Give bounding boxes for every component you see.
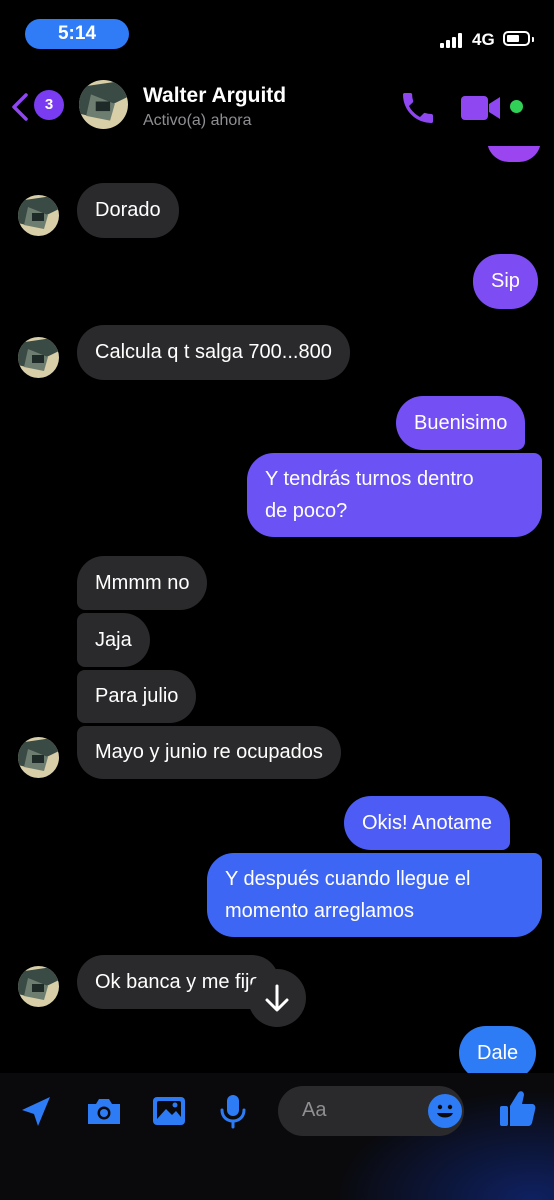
message-input[interactable]: Aa (278, 1086, 464, 1136)
signal-icon (440, 33, 465, 48)
contact-avatar[interactable] (18, 337, 59, 378)
video-camera-icon (461, 96, 500, 120)
voice-message-button[interactable] (213, 1091, 253, 1131)
message-line: de poco? (265, 500, 348, 522)
thumbs-up-icon (500, 1091, 536, 1126)
back-chevron-icon (12, 93, 28, 121)
contact-avatar[interactable] (18, 966, 59, 1007)
contact-avatar[interactable] (18, 195, 59, 236)
composer-bar: Aa (0, 1073, 554, 1200)
image-icon (153, 1097, 185, 1125)
contact-avatar[interactable] (79, 80, 128, 129)
online-indicator (510, 100, 523, 113)
message-line: momento arreglamos (225, 900, 414, 922)
location-arrow-icon (22, 1097, 50, 1126)
incoming-message[interactable]: Para julio (77, 670, 197, 723)
arrow-down-icon (265, 984, 289, 1012)
network-type: 4G (472, 30, 495, 49)
message-line: Y tendrás turnos dentro (265, 468, 474, 490)
contact-avatar[interactable] (18, 737, 59, 778)
camera-icon (88, 1099, 120, 1124)
status-time: 5:14 (25, 19, 129, 49)
incoming-message[interactable]: Dorado (77, 183, 179, 238)
message-line: Y después cuando llegue el (225, 868, 471, 890)
video-call-button[interactable] (458, 90, 508, 126)
camera-button[interactable] (84, 1091, 124, 1131)
outgoing-message[interactable]: Y tendrás turnos dentro de poco? (247, 453, 542, 537)
incoming-message[interactable]: Calcula q t salga 700...800 (77, 325, 350, 380)
incoming-message[interactable]: Mmmm no (77, 556, 208, 610)
like-button[interactable] (496, 1087, 540, 1131)
outgoing-message[interactable]: Y después cuando llegue el momento arreg… (207, 853, 542, 937)
emoji-button[interactable] (428, 1094, 462, 1128)
phone-icon (403, 93, 433, 123)
contact-status: Activo(a) ahora (143, 112, 252, 129)
microphone-icon (220, 1095, 246, 1129)
scroll-to-bottom-button[interactable] (248, 969, 306, 1027)
outgoing-message[interactable]: Dale (459, 1026, 537, 1080)
gallery-button[interactable] (149, 1091, 189, 1131)
incoming-message[interactable]: Jaja (77, 613, 150, 667)
contact-name[interactable]: Walter Arguitd (143, 84, 286, 108)
message-input-placeholder: Aa (302, 1099, 327, 1121)
voice-call-button[interactable] (398, 88, 438, 128)
outgoing-message[interactable]: Okis! Anotame (344, 796, 511, 850)
outgoing-message[interactable]: Buenisimo (396, 396, 526, 450)
outgoing-message[interactable]: Sip (473, 254, 538, 309)
back-button[interactable]: 3 (10, 90, 64, 124)
chat-header: 3 Walter Arguitd Activo(a) ahora (0, 66, 554, 146)
battery-icon (503, 31, 534, 46)
status-bar: 5:14 4G (0, 0, 554, 66)
emoji-icon (437, 1104, 453, 1118)
unread-badge: 3 (34, 90, 64, 120)
location-button[interactable] (16, 1091, 56, 1131)
incoming-message[interactable]: Mayo y junio re ocupados (77, 726, 341, 779)
